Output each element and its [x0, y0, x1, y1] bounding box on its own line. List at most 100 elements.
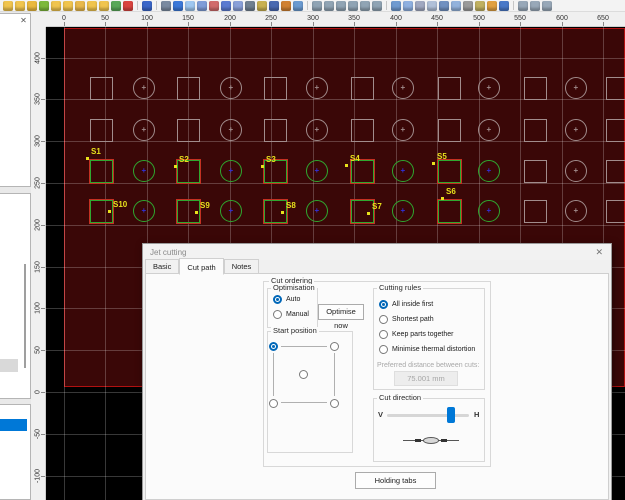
library-icon[interactable]: [99, 1, 109, 11]
rotate-icon[interactable]: [427, 1, 437, 11]
ruler-tick: [41, 183, 45, 184]
zoom-sheet-icon[interactable]: [360, 1, 370, 11]
part-square[interactable]: [351, 200, 374, 223]
check-icon[interactable]: [111, 1, 121, 11]
undo-icon[interactable]: [142, 1, 152, 11]
part-square[interactable]: [438, 119, 461, 142]
sidebar-scrollbar[interactable]: [24, 264, 26, 368]
cutting-rule-option-label: Minimise thermal distortion: [392, 345, 475, 354]
part-label: S9: [200, 202, 210, 210]
part-square[interactable]: [438, 160, 461, 183]
zoom-fit-icon[interactable]: [336, 1, 346, 11]
cutting-rule-radio-all-inside-first[interactable]: [379, 300, 388, 309]
part-square[interactable]: [351, 77, 374, 100]
lock-icon[interactable]: [475, 1, 485, 11]
report-icon[interactable]: [487, 1, 497, 11]
part-square[interactable]: [606, 160, 625, 183]
open-icon[interactable]: [15, 1, 25, 11]
layers-icon[interactable]: [269, 1, 279, 11]
part-square[interactable]: [524, 200, 547, 223]
tab-cut-path[interactable]: Cut path: [179, 258, 223, 275]
tool-icon[interactable]: [245, 1, 255, 11]
snap-icon[interactable]: [403, 1, 413, 11]
ruler-tick-label: 350: [348, 15, 360, 22]
info-icon[interactable]: [499, 1, 509, 11]
magnifier2-icon[interactable]: [530, 1, 540, 11]
horizontal-ruler: 050100150200250300350400450500550600650: [46, 12, 625, 27]
sheet-icon[interactable]: [75, 1, 85, 11]
ruler-tick: [41, 308, 45, 309]
start-position-top-left[interactable]: [269, 342, 278, 351]
view-icon[interactable]: [391, 1, 401, 11]
select-icon[interactable]: [173, 1, 183, 11]
zoom-prev-icon[interactable]: [372, 1, 382, 11]
start-position-bottom-right[interactable]: [330, 399, 339, 408]
cutting-rule-radio-keep-parts-together[interactable]: [379, 330, 388, 339]
part-square[interactable]: [606, 77, 625, 100]
part-square[interactable]: [438, 77, 461, 100]
path-icon[interactable]: [221, 1, 231, 11]
magnifier-icon[interactable]: [518, 1, 528, 11]
part-square[interactable]: [264, 77, 287, 100]
part-icon[interactable]: [63, 1, 73, 11]
part-square[interactable]: [351, 160, 374, 183]
stop-icon[interactable]: [209, 1, 219, 11]
part-square[interactable]: [351, 119, 374, 142]
part-square[interactable]: [90, 119, 113, 142]
app-window: ✕ 05010015020025030035040045050055060065…: [0, 0, 625, 500]
settings-icon[interactable]: [293, 1, 303, 11]
lead-icon[interactable]: [281, 1, 291, 11]
part-square[interactable]: [177, 119, 200, 142]
cutting-rule-radio-minimise-thermal-distortion[interactable]: [379, 345, 388, 354]
part-square[interactable]: [524, 77, 547, 100]
mirror-icon[interactable]: [439, 1, 449, 11]
align-icon[interactable]: [451, 1, 461, 11]
zoom-window-icon[interactable]: [348, 1, 358, 11]
cutting-rule-radio-shortest-path[interactable]: [379, 315, 388, 324]
simulate-icon[interactable]: [197, 1, 207, 11]
new-icon[interactable]: [3, 1, 13, 11]
part-square[interactable]: [438, 200, 461, 223]
group-icon[interactable]: [463, 1, 473, 11]
optimisation-radio-manual[interactable]: [273, 310, 282, 319]
tab-basic[interactable]: Basic: [145, 259, 179, 274]
part-square[interactable]: [524, 119, 547, 142]
close-icon[interactable]: ✕: [19, 16, 28, 25]
holding-tabs-button[interactable]: Holding tabs: [355, 472, 436, 489]
nest-icon[interactable]: [87, 1, 97, 11]
sidebar-selected-item[interactable]: [0, 419, 27, 431]
delete-icon[interactable]: [123, 1, 133, 11]
start-position-top-right[interactable]: [330, 342, 339, 351]
start-position-connector: [273, 353, 274, 396]
flag-icon[interactable]: [257, 1, 267, 11]
measure-icon[interactable]: [185, 1, 195, 11]
start-position-bottom-left[interactable]: [269, 399, 278, 408]
zoom-in-icon[interactable]: [312, 1, 322, 11]
grid-icon[interactable]: [415, 1, 425, 11]
part-square[interactable]: [524, 160, 547, 183]
sidebar-panel-middle: [0, 193, 31, 399]
part-square[interactable]: [177, 77, 200, 100]
part-label: S6: [446, 188, 456, 196]
part-square[interactable]: [90, 77, 113, 100]
tab-notes[interactable]: Notes: [224, 259, 260, 274]
magnifier3-icon[interactable]: [542, 1, 552, 11]
optimise-now-button[interactable]: Optimise now: [318, 304, 364, 320]
part-square[interactable]: [264, 119, 287, 142]
part-square[interactable]: [606, 119, 625, 142]
part-square[interactable]: [90, 160, 113, 183]
start-position-center[interactable]: [299, 370, 308, 379]
cut-direction-slider-handle[interactable]: [447, 407, 455, 423]
close-icon[interactable]: ✕: [595, 247, 603, 257]
save-icon[interactable]: [27, 1, 37, 11]
import-icon[interactable]: [39, 1, 49, 11]
part-square[interactable]: [606, 200, 625, 223]
optimisation-radio-auto[interactable]: [273, 295, 282, 304]
cut-direction-slider-track[interactable]: [387, 414, 469, 417]
zoom-out-icon[interactable]: [324, 1, 334, 11]
order-icon[interactable]: [233, 1, 243, 11]
pan-icon[interactable]: [161, 1, 171, 11]
ruler-tick-label: 600: [556, 15, 568, 22]
export-icon[interactable]: [51, 1, 61, 11]
sidebar-list-item[interactable]: [0, 359, 18, 372]
